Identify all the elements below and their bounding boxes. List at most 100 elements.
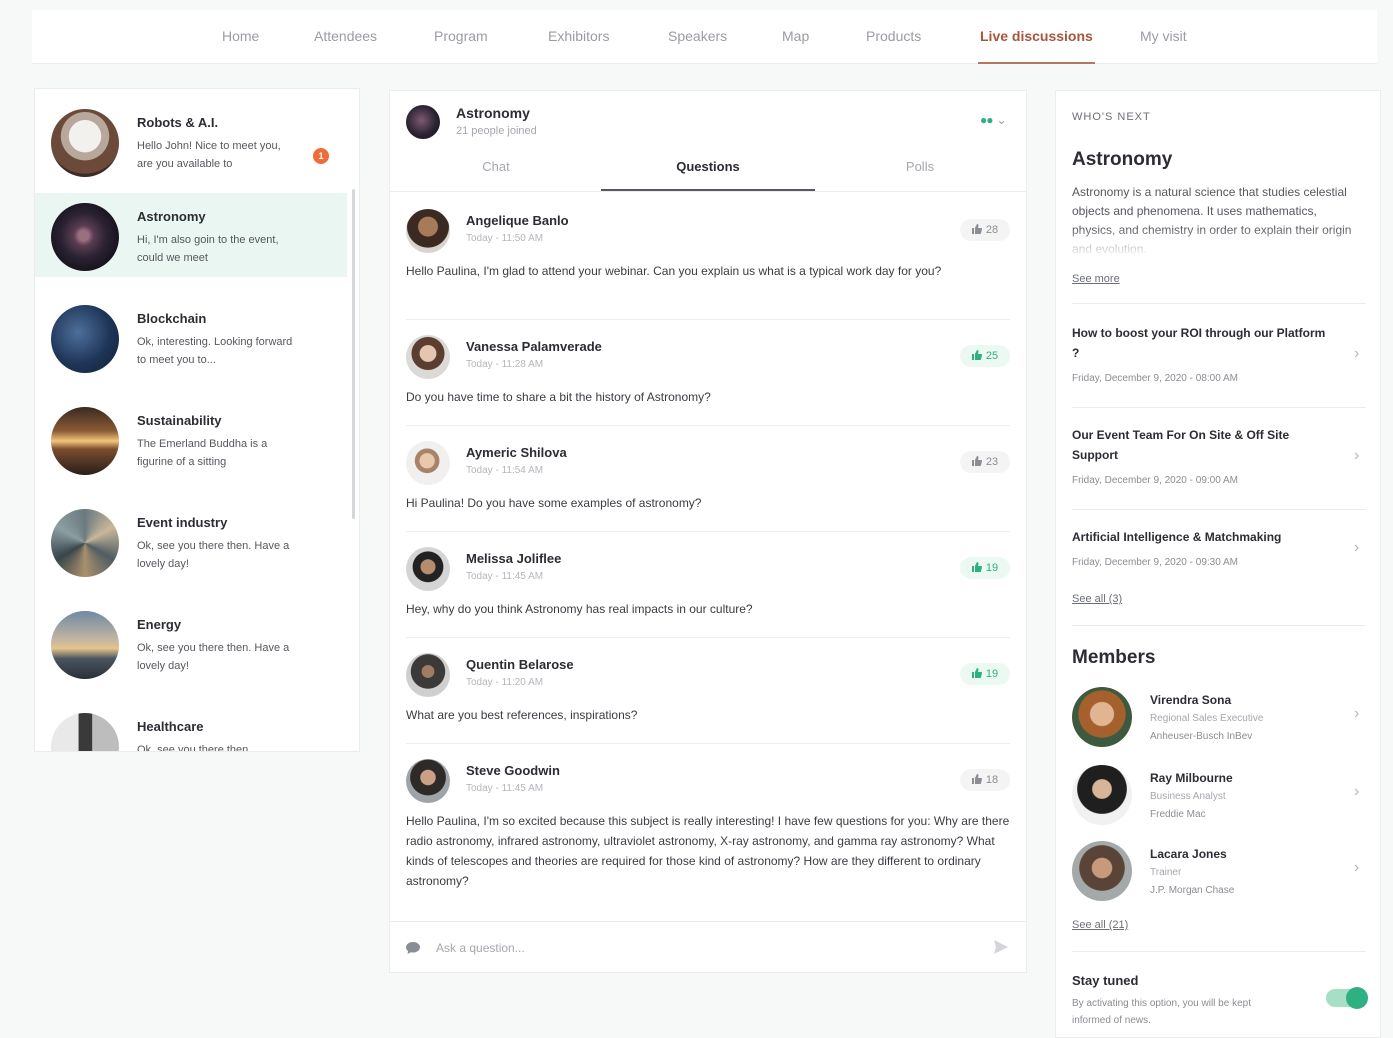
question-author: Vanessa Palamverade	[466, 339, 602, 354]
member-company: Anheuser-Busch InBev	[1150, 731, 1253, 742]
room-item-energy[interactable]: Energy Ok, see you there then. Have a lo…	[35, 601, 347, 685]
ask-question-input[interactable]	[436, 936, 976, 960]
chevron-right-icon: ›	[1354, 705, 1360, 722]
room-preview: Hello John! Nice to meet you, are you av…	[137, 140, 281, 170]
nav-home[interactable]: Home	[222, 28, 259, 44]
thumbs-up-icon	[971, 562, 982, 572]
room-title: Event industry	[137, 515, 228, 530]
like-count: 19	[985, 668, 999, 680]
room-avatar	[51, 407, 119, 475]
like-count: 25	[985, 350, 999, 362]
member-avatar	[1072, 841, 1132, 901]
room-title: Astronomy	[137, 209, 206, 224]
chat-bubble-icon	[406, 942, 420, 954]
room-list-scrollbar[interactable]	[352, 189, 355, 519]
room-item-blockchain[interactable]: Blockchain Ok, interesting. Looking forw…	[35, 295, 347, 379]
like-button[interactable]: 18	[960, 769, 1010, 791]
room-avatar	[51, 305, 119, 373]
question-text: Do you have time to share a bit the hist…	[406, 390, 711, 404]
chevron-right-icon: ›	[1354, 859, 1360, 876]
session-date: Friday, December 9, 2020 - 08:00 AM	[1072, 373, 1239, 384]
room-avatar	[51, 203, 119, 271]
tab-questions[interactable]: Questions	[602, 159, 814, 174]
send-icon[interactable]	[994, 940, 1008, 954]
question-time: Today - 11:50 AM	[466, 233, 544, 244]
member-avatar	[1072, 765, 1132, 825]
user-avatar	[406, 209, 450, 253]
unread-badge: 1	[313, 148, 329, 164]
session-date: Friday, December 9, 2020 - 09:00 AM	[1072, 475, 1239, 486]
like-button[interactable]: 28	[960, 219, 1010, 241]
question-text: Hi Paulina! Do you have some examples of…	[406, 496, 702, 510]
room-avatar	[51, 109, 119, 177]
room-item-event-industry[interactable]: Event industry Ok, see you there then. H…	[35, 499, 347, 583]
user-avatar	[406, 441, 450, 485]
nav-program[interactable]: Program	[434, 28, 488, 44]
room-preview: Ok, interesting. Looking forward to meet…	[137, 336, 293, 366]
like-count: 18	[985, 774, 999, 786]
room-avatar	[51, 509, 119, 577]
room-title: Healthcare	[137, 719, 204, 734]
discussion-panel: Astronomy 21 people joined ●● ⌄ Chat Ques…	[389, 90, 1027, 973]
nav-map[interactable]: Map	[782, 28, 809, 44]
thumbs-up-icon	[971, 456, 982, 466]
chevron-down-icon: ⌄	[996, 113, 1007, 127]
see-all-members-link[interactable]: See all (21)	[1072, 919, 1128, 931]
question-author: Quentin Belarose	[466, 657, 574, 672]
question-text: Hello Paulina, I'm so excited because th…	[406, 814, 1010, 888]
member-item[interactable]: Ray Milbourne Business Analyst Freddie M…	[1072, 765, 1366, 837]
member-avatar	[1072, 687, 1132, 747]
thumbs-up-icon	[971, 350, 982, 360]
member-role: Trainer	[1150, 867, 1182, 878]
question-time: Today - 11:28 AM	[466, 359, 544, 370]
room-item-robots[interactable]: Robots & A.I. Hello John! Nice to meet y…	[35, 99, 347, 183]
member-role: Regional Sales Executive	[1150, 713, 1264, 724]
member-name: Lacara Jones	[1150, 847, 1227, 861]
question-time: Today - 11:45 AM	[466, 783, 544, 794]
room-preview: Hi, I'm also goin to the event, could we…	[137, 234, 279, 264]
chevron-right-icon: ›	[1354, 783, 1360, 800]
active-tab-indicator	[601, 189, 815, 191]
question-text: Hey, why do you think Astronomy has real…	[406, 602, 753, 616]
see-all-sessions-link[interactable]: See all (3)	[1072, 593, 1122, 605]
nav-exhibitors[interactable]: Exhibitors	[548, 28, 609, 44]
whos-next-title: Astronomy	[1072, 149, 1173, 170]
tab-chat[interactable]: Chat	[390, 159, 602, 174]
question-text: What are you best references, inspiratio…	[406, 708, 638, 722]
divider	[1072, 509, 1366, 510]
question-author: Melissa Joliflee	[466, 551, 562, 566]
room-item-healthcare[interactable]: Healthcare Ok, see you there then.	[35, 703, 347, 751]
like-button[interactable]: 23	[960, 451, 1010, 473]
thumbs-up-icon	[971, 668, 982, 678]
like-button[interactable]: 19	[960, 663, 1010, 685]
tab-polls[interactable]: Polls	[814, 159, 1026, 174]
room-title: Sustainability	[137, 413, 222, 428]
like-button[interactable]: 25	[960, 345, 1010, 367]
question-time: Today - 11:45 AM	[466, 571, 544, 582]
question-text: Hello Paulina, I'm glad to attend your w…	[406, 264, 942, 278]
room-item-sustainability[interactable]: Sustainability The Emerland Buddha is a …	[35, 397, 347, 481]
room-item-astronomy[interactable]: Astronomy Hi, I'm also goin to the event…	[35, 193, 347, 277]
session-title: Our Event Team For On Site & Off Site Su…	[1072, 428, 1290, 462]
member-item[interactable]: Virendra Sona Regional Sales Executive A…	[1072, 687, 1366, 759]
question-author: Steve Goodwin	[466, 763, 560, 778]
member-company: J.P. Morgan Chase	[1150, 885, 1235, 896]
nav-products[interactable]: Products	[866, 28, 921, 44]
nav-my-visit[interactable]: My visit	[1140, 28, 1187, 44]
room-title: Blockchain	[137, 311, 207, 326]
member-item[interactable]: Lacara Jones Trainer J.P. Morgan Chase ›	[1072, 841, 1366, 913]
info-sidebar: WHO'S NEXT Astronomy Astronomy is a natu…	[1055, 90, 1381, 1038]
room-preview: Ok, see you there then. Have a lovely da…	[137, 540, 290, 570]
nav-speakers[interactable]: Speakers	[668, 28, 727, 44]
member-role: Business Analyst	[1150, 791, 1226, 802]
divider	[1072, 951, 1366, 952]
toggle-knob	[1346, 987, 1368, 1009]
room-preview: The Emerland Buddha is a figurine of a s…	[137, 438, 268, 468]
channel-options-menu[interactable]: ●● ⌄	[980, 113, 1007, 127]
stay-tuned-toggle[interactable]	[1326, 987, 1368, 1009]
see-more-link[interactable]: See more	[1072, 273, 1120, 285]
like-button[interactable]: 19	[960, 557, 1010, 579]
room-title: Robots & A.I.	[137, 115, 219, 130]
nav-attendees[interactable]: Attendees	[314, 28, 377, 44]
nav-live-discussions[interactable]: Live discussions	[978, 28, 1095, 64]
